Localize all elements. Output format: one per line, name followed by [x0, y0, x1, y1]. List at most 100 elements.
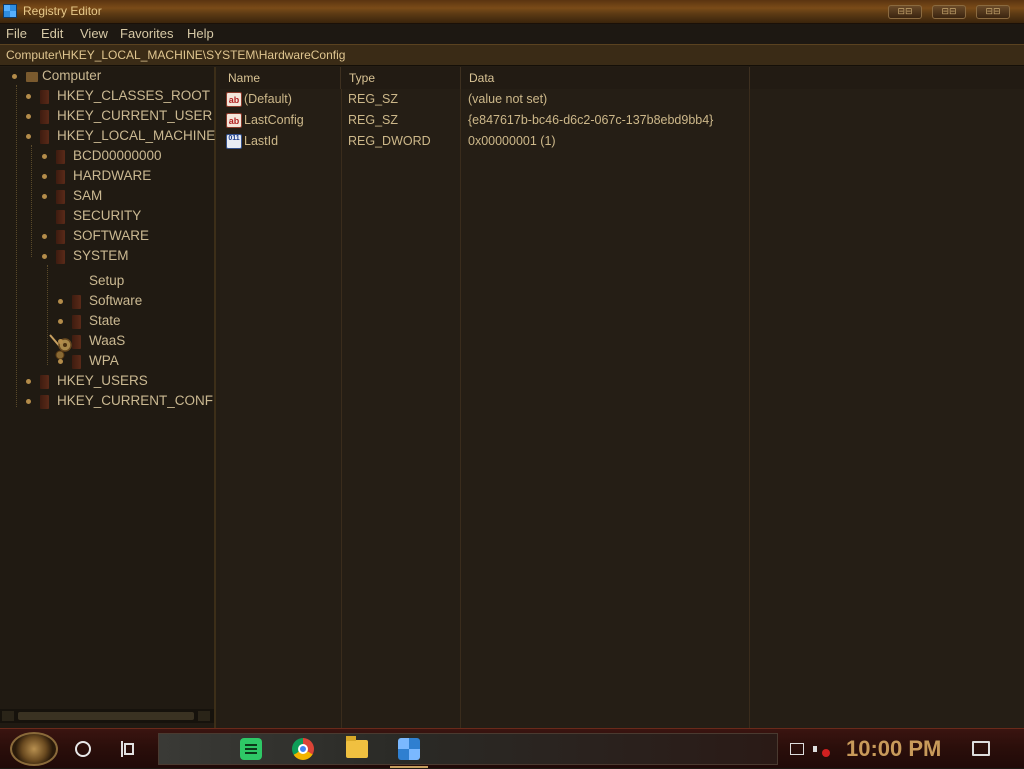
search-icon[interactable] — [75, 741, 91, 757]
tree-item-hkey-current-config[interactable]: HKEY_CURRENT_CONFIG — [26, 392, 214, 412]
tree-item-label: SOFTWARE — [73, 228, 149, 243]
folder-icon — [56, 190, 65, 204]
tree-connector — [31, 145, 32, 257]
tree-item-label: HKEY_LOCAL_MACHINE — [57, 128, 216, 143]
menu-favorites[interactable]: Favorites — [120, 26, 173, 41]
minimize-button[interactable]: ⊟⊟ — [888, 5, 922, 19]
folder-icon — [56, 230, 65, 244]
menu-file[interactable]: File — [6, 26, 27, 41]
action-center-icon[interactable] — [972, 741, 990, 756]
folder-icon — [56, 170, 65, 184]
value-row[interactable]: 011 LastId REG_DWORD 0x00000001 (1) — [220, 131, 1024, 152]
value-row[interactable]: ab LastConfig REG_SZ {e847617b-bc46-d6c2… — [220, 110, 1024, 131]
column-divider — [341, 89, 342, 728]
value-name: (Default) — [244, 92, 292, 106]
chrome-icon[interactable] — [292, 738, 314, 760]
column-header-data[interactable]: Data — [461, 67, 750, 89]
menu-help[interactable]: Help — [187, 26, 214, 41]
address-path[interactable]: Computer\HKEY_LOCAL_MACHINE\SYSTEM\Hardw… — [6, 48, 345, 62]
start-button[interactable] — [10, 732, 58, 766]
value-data: (value not set) — [468, 92, 548, 106]
tree-item-label: SAM — [73, 188, 103, 203]
tree-horizontal-scrollbar[interactable] — [0, 709, 214, 723]
tree-item-label: WaaS — [89, 333, 126, 348]
folder-icon — [40, 395, 49, 409]
window-title: Registry Editor — [23, 4, 102, 18]
title-bar[interactable]: Registry Editor ⊟⊟ ⊟⊟ ⊟⊟ — [0, 0, 1024, 24]
expand-icon[interactable] — [58, 339, 63, 344]
menu-edit[interactable]: Edit — [41, 26, 63, 41]
expand-icon[interactable] — [26, 114, 31, 119]
expand-icon[interactable] — [12, 74, 17, 79]
tree-item-label: State — [89, 313, 121, 328]
values-pane: Name Type Data ab (Default) REG_SZ (valu… — [220, 67, 1024, 728]
tree-item-label: HKEY_CURRENT_CONFIG — [57, 393, 214, 408]
scroll-right-arrow[interactable] — [198, 711, 210, 721]
computer-icon — [26, 72, 38, 82]
regedit-app-icon — [3, 4, 17, 18]
expand-icon[interactable] — [58, 319, 63, 324]
menu-bar: File Edit View Favorites Help — [0, 24, 1024, 44]
expand-icon[interactable] — [26, 94, 31, 99]
value-type: REG_DWORD — [348, 134, 431, 148]
maximize-button[interactable]: ⊟⊟ — [932, 5, 966, 19]
value-name: LastId — [244, 134, 279, 148]
expand-icon[interactable] — [42, 154, 47, 159]
folder-icon — [56, 210, 65, 224]
folder-icon — [40, 375, 49, 389]
close-button[interactable]: ⊟⊟ — [976, 5, 1010, 19]
expand-icon[interactable] — [26, 379, 31, 384]
folder-icon — [72, 295, 81, 309]
tree-item-label: HKEY_USERS — [57, 373, 148, 388]
folder-icon — [72, 315, 81, 329]
value-type: REG_SZ — [348, 92, 399, 106]
folder-icon — [40, 90, 49, 104]
expand-icon[interactable] — [42, 174, 47, 179]
folder-icon — [40, 130, 49, 144]
notes-icon[interactable] — [240, 738, 262, 760]
column-header-type[interactable]: Type — [341, 67, 461, 89]
expand-icon[interactable] — [42, 194, 47, 199]
clock[interactable]: 10:00 PM — [846, 736, 941, 762]
volume-muted-icon[interactable] — [813, 742, 830, 757]
column-divider — [749, 89, 750, 728]
value-type: REG_SZ — [348, 113, 399, 127]
value-data: 0x00000001 (1) — [468, 134, 556, 148]
folder-icon — [40, 110, 49, 124]
address-bar[interactable]: Computer\HKEY_LOCAL_MACHINE\SYSTEM\Hardw… — [0, 44, 1024, 66]
tree-item-label: Computer — [42, 68, 102, 83]
scroll-left-arrow[interactable] — [2, 711, 14, 721]
taskbar: 10:00 PM — [0, 728, 1024, 768]
value-name: LastConfig — [244, 113, 304, 127]
key-tree-pane: Computer HKEY_CLASSES_ROOT HKEY_CURRENT_… — [0, 67, 216, 728]
collapse-icon[interactable] — [42, 254, 47, 259]
file-explorer-icon[interactable] — [346, 736, 368, 758]
expand-icon[interactable] — [58, 359, 63, 364]
column-header-name[interactable]: Name — [220, 67, 341, 89]
folder-icon — [72, 355, 81, 369]
tree-item-label: BCD00000000 — [73, 148, 162, 163]
tree-item-label: HARDWARE — [73, 168, 152, 183]
tree-item-label: SECURITY — [73, 208, 142, 223]
column-divider — [460, 89, 461, 728]
value-row[interactable]: ab (Default) REG_SZ (value not set) — [220, 89, 1024, 110]
tree-item-label: HKEY_CLASSES_ROOT — [57, 88, 211, 103]
expand-icon[interactable] — [58, 299, 63, 304]
string-value-icon: ab — [226, 92, 242, 107]
scrollbar-thumb[interactable] — [18, 712, 194, 720]
collapse-icon[interactable] — [26, 134, 31, 139]
value-data: {e847617b-bc46-d6c2-067c-137b8ebd9bb4} — [468, 113, 714, 127]
column-header-empty — [750, 67, 1024, 89]
string-value-icon: ab — [226, 113, 242, 128]
expand-icon[interactable] — [26, 399, 31, 404]
tree-item-label: WPA — [89, 353, 119, 368]
tree-connector — [16, 85, 17, 407]
task-view-icon[interactable] — [121, 741, 139, 757]
expand-icon[interactable] — [42, 234, 47, 239]
regedit-icon[interactable] — [398, 738, 420, 760]
network-icon[interactable] — [790, 743, 804, 755]
menu-view[interactable]: View — [80, 26, 108, 41]
binary-value-icon: 011 — [226, 134, 242, 149]
system-tray: 10:00 PM — [780, 729, 1024, 769]
folder-icon — [56, 150, 65, 164]
